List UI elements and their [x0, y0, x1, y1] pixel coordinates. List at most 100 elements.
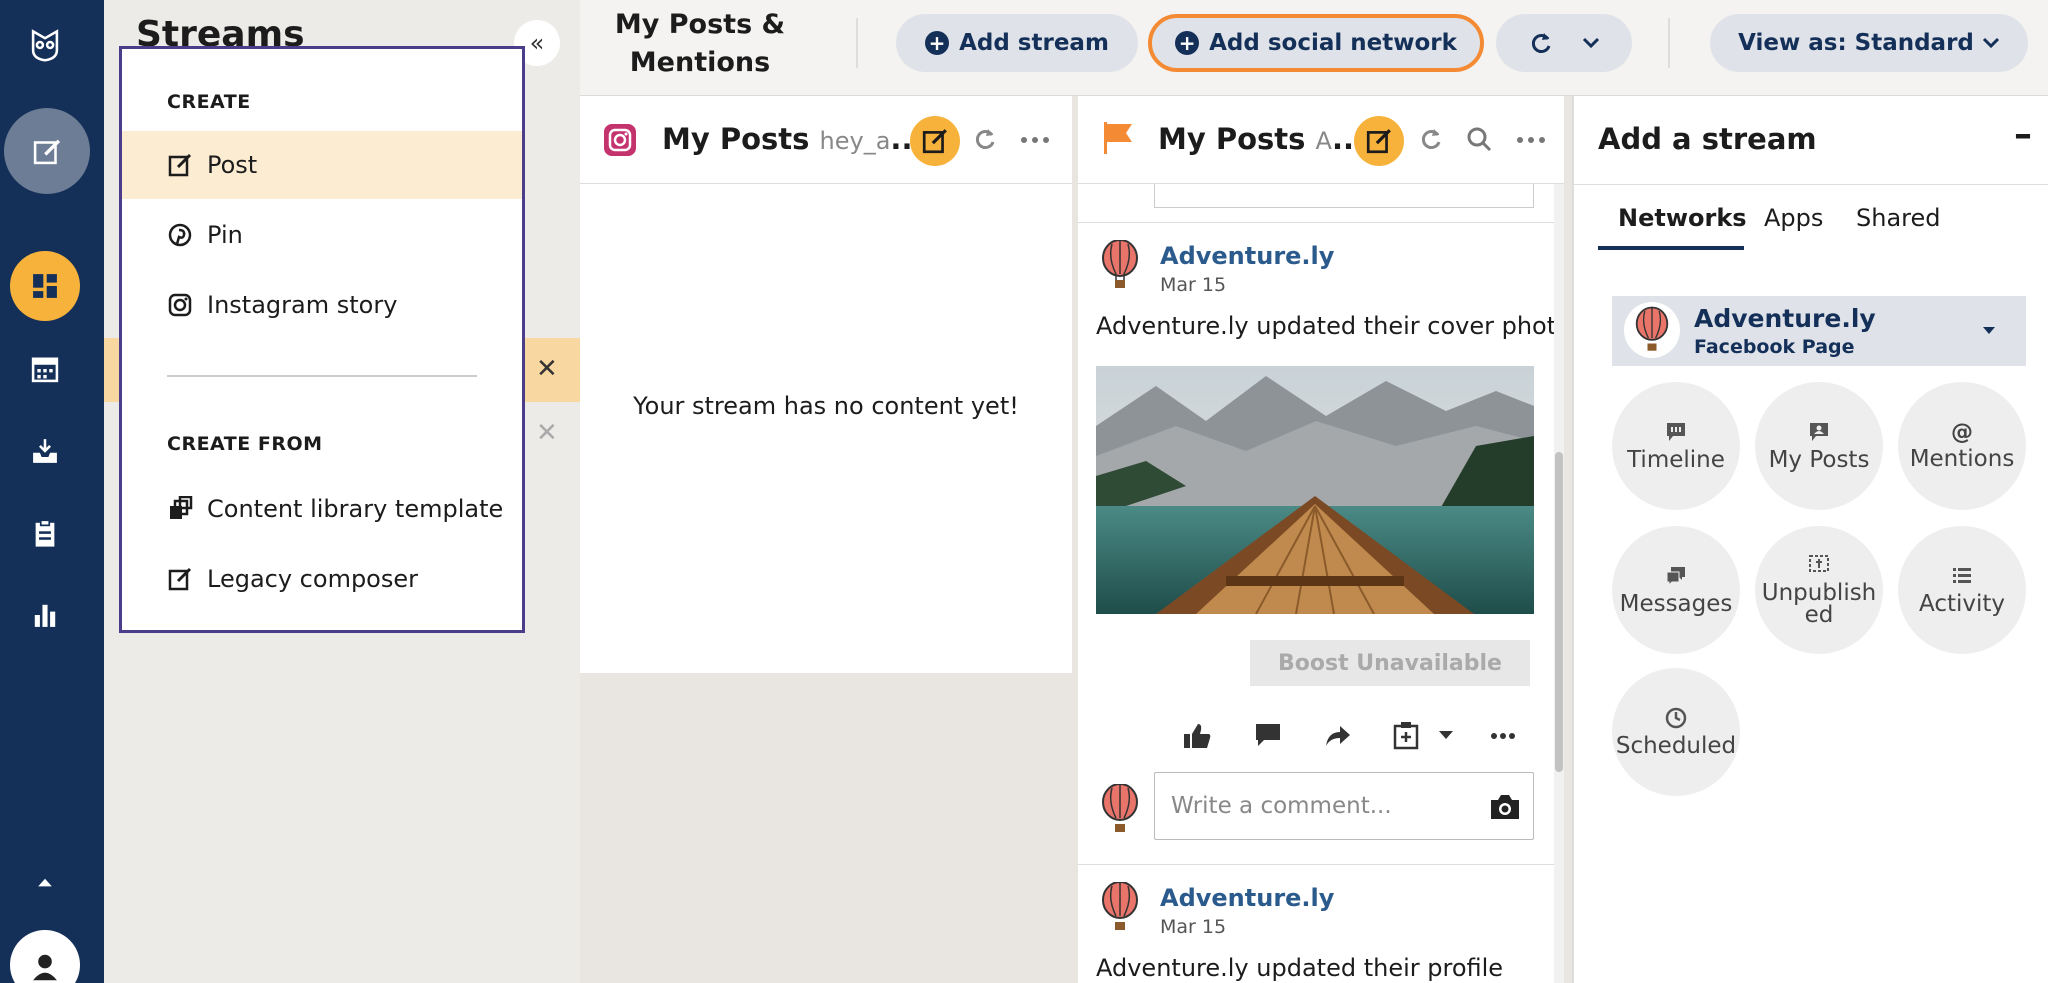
stream-button-label: Timeline: [1627, 447, 1725, 473]
caret-up-icon: [38, 878, 52, 887]
active-tab-indicator: [1598, 246, 1744, 250]
post-divider: [1078, 222, 1556, 223]
empty-stream-message: Your stream has no content yet!: [633, 392, 1019, 420]
rail-analytics-button[interactable]: [10, 580, 80, 650]
share-icon[interactable]: [1324, 724, 1352, 748]
compose-icon: [168, 567, 192, 591]
column-subtitle: A: [1315, 127, 1332, 155]
stream-button-label: Mentions: [1909, 446, 2015, 472]
adventurely-avatar-icon: [1635, 306, 1669, 351]
rail-planner-button[interactable]: [10, 334, 80, 404]
post-divider: [1078, 864, 1556, 865]
divider: [1668, 18, 1670, 68]
post-image[interactable]: [1096, 366, 1534, 614]
plus-icon: +: [1175, 31, 1200, 55]
tab-apps[interactable]: Apps: [1764, 204, 1823, 232]
rail-compose-button[interactable]: [4, 108, 90, 194]
camera-icon[interactable]: [1489, 793, 1521, 821]
column-subtitle: hey_a: [819, 127, 891, 155]
more-options-icon[interactable]: [1516, 136, 1546, 144]
stream-activity-button[interactable]: Activity: [1898, 526, 2026, 654]
pinterest-icon: [168, 223, 192, 247]
comment-input[interactable]: Write a comment...: [1154, 772, 1534, 840]
column-title: My Posts hey_a...: [662, 122, 923, 156]
create-header: CREATE: [167, 91, 251, 113]
refresh-icon[interactable]: [1418, 126, 1444, 152]
owl-logo-icon[interactable]: [10, 10, 80, 80]
clipboard-icon: [35, 519, 55, 547]
rail-inbox-button[interactable]: [10, 416, 80, 486]
view-as-dropdown[interactable]: View as: Standard: [1710, 14, 2028, 72]
rail-streams-button[interactable]: [10, 251, 80, 321]
stream-my-posts-button[interactable]: My Posts: [1755, 382, 1883, 510]
stream-column-instagram: My Posts hey_a... Your stream has no con…: [580, 96, 1072, 673]
add-stream-panel: Add a stream – Networks Apps Shared Adve…: [1572, 96, 2048, 983]
post-text: Adventure.ly updated their profile: [1096, 954, 1504, 982]
caret-down-icon[interactable]: [1438, 730, 1454, 740]
refresh-dropdown-button[interactable]: [1496, 14, 1632, 72]
view-as-label: View as: Standard: [1738, 30, 1974, 56]
menu-item-content-library-template[interactable]: Content library template: [122, 475, 522, 543]
stream-button-label: Messages: [1619, 591, 1733, 617]
account-avatar: [1624, 302, 1680, 358]
rail-expand-button[interactable]: [10, 848, 80, 918]
stream-button-label: Scheduled: [1615, 733, 1737, 759]
column-compose-button[interactable]: [910, 116, 960, 166]
clock-icon: [1665, 707, 1687, 729]
refresh-icon[interactable]: [972, 126, 998, 152]
like-icon[interactable]: [1182, 722, 1212, 750]
menu-item-instagram-story[interactable]: Instagram story: [122, 271, 522, 339]
menu-item-pin[interactable]: Pin: [122, 201, 522, 269]
compose-icon: [168, 153, 192, 177]
more-options-icon[interactable]: [1490, 732, 1516, 740]
stream-button-label-line2: ed: [1804, 602, 1834, 628]
stream-timeline-button[interactable]: Timeline: [1612, 382, 1740, 510]
adventurely-avatar-icon: [1102, 882, 1138, 930]
scrollbar-thumb[interactable]: [1555, 452, 1563, 772]
tab-shared[interactable]: Shared: [1856, 204, 1941, 232]
add-stream-label: Add stream: [959, 30, 1109, 56]
column-header: My Posts hey_a...: [580, 96, 1072, 184]
column-title-text: My Posts: [662, 122, 810, 156]
search-icon[interactable]: [1466, 126, 1492, 152]
post-author[interactable]: Adventure.ly: [1160, 884, 1334, 912]
close-tab-icon[interactable]: ✕: [536, 354, 558, 384]
comment-icon[interactable]: [1254, 722, 1282, 748]
account-selector-dropdown[interactable]: Adventure.ly Facebook Page: [1612, 296, 2026, 366]
stream-mentions-button[interactable]: @ Mentions: [1898, 382, 2026, 510]
dashboard-icon: [33, 274, 57, 298]
more-options-icon[interactable]: [1020, 136, 1050, 144]
close-tab-icon[interactable]: ✕: [536, 418, 558, 448]
stream-messages-button[interactable]: Messages: [1612, 526, 1740, 654]
menu-item-post[interactable]: Post: [122, 131, 522, 199]
add-to-clipboard-icon[interactable]: [1392, 720, 1420, 750]
menu-item-legacy-composer[interactable]: Legacy composer: [122, 545, 522, 613]
left-nav-rail: [0, 0, 104, 983]
add-social-network-button[interactable]: + Add social network: [1148, 14, 1484, 72]
stream-column-facebook: My Posts A... Adventure.ly Mar 15 Advent…: [1078, 96, 1564, 983]
rail-assignments-button[interactable]: [10, 498, 80, 568]
column-compose-button[interactable]: [1354, 116, 1404, 166]
boost-unavailable-button[interactable]: Boost Unavailable: [1250, 640, 1530, 686]
menu-divider: [167, 375, 477, 377]
menu-item-label: Content library template: [207, 495, 504, 523]
person-icon: [33, 954, 57, 981]
user-avatar[interactable]: [10, 930, 80, 983]
top-bar: My Posts & Mentions + Add stream + Add s…: [580, 0, 2048, 96]
refresh-icon: [1531, 33, 1551, 53]
stream-unpublished-button[interactable]: Unpublish ed: [1755, 526, 1883, 654]
chevron-down-icon: [1582, 37, 1600, 49]
commenter-avatar-icon: [1102, 784, 1138, 832]
instagram-icon: [604, 124, 636, 156]
timeline-icon: [1667, 423, 1685, 441]
post-text: Adventure.ly updated their cover photo.: [1096, 312, 1564, 340]
add-stream-button[interactable]: + Add stream: [896, 14, 1138, 72]
minimize-panel-button[interactable]: –: [2014, 114, 2032, 155]
tab-networks[interactable]: Networks: [1618, 204, 1747, 232]
comment-placeholder: Write a comment...: [1171, 793, 1392, 819]
unpublished-icon: [1809, 555, 1829, 572]
adventurely-avatar-icon: [1102, 240, 1138, 288]
post-author[interactable]: Adventure.ly: [1160, 242, 1334, 270]
compose-icon: [922, 129, 947, 154]
stream-scheduled-button[interactable]: Scheduled: [1612, 668, 1740, 796]
